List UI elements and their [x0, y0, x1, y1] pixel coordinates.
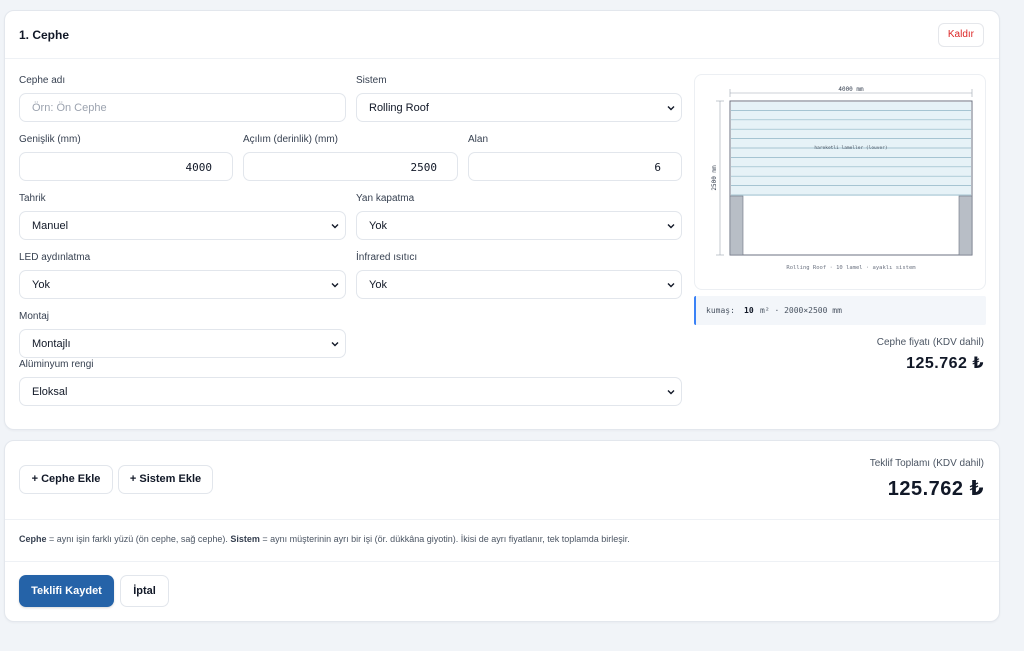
- side-cover-value: Yok: [369, 220, 387, 232]
- summary-card: + Cephe Ekle + Sistem Ekle Teklif Toplam…: [4, 440, 1000, 622]
- chevron-down-icon: [331, 342, 339, 347]
- width-dimension-label: 4000 mm: [838, 86, 864, 93]
- facade-price-value: 125.762 ₺: [906, 355, 984, 372]
- help-term-facade: Cephe: [19, 534, 47, 544]
- help-text-facade: = aynı işin farklı yüzü (ön cephe, sağ c…: [46, 534, 231, 544]
- color-value: Eloksal: [32, 386, 68, 398]
- divider: [5, 561, 999, 562]
- right-post: [958, 195, 973, 256]
- fabric-suffix: m² · 2000×2500 mm: [760, 306, 842, 315]
- left-post: [729, 195, 744, 256]
- fabric-prefix: kumaş:: [706, 306, 735, 315]
- side-cover-select[interactable]: Yok: [356, 211, 682, 240]
- side-cover-label: Yan kapatma: [356, 193, 415, 204]
- louver-label: hareketli lameller (louver): [814, 145, 887, 151]
- fabric-value: 10: [744, 306, 754, 315]
- divider: [5, 519, 999, 520]
- help-text-system: = aynı müşterinin ayrı bir işi (ör. dükk…: [259, 534, 630, 544]
- remove-facade-button[interactable]: Kaldır: [937, 23, 984, 47]
- add-system-button[interactable]: + Sistem Ekle: [118, 465, 213, 494]
- mounting-label: Montaj: [19, 311, 50, 322]
- facade-title: 1. Cephe: [19, 28, 70, 42]
- area-input[interactable]: 6: [468, 152, 682, 181]
- facade-name-input[interactable]: Örn: Ön Cephe: [19, 93, 346, 122]
- save-quote-button[interactable]: Teklifi Kaydet: [19, 575, 114, 607]
- total-label: Teklif Toplamı (KDV dahil): [869, 458, 984, 469]
- preview-drawing: 4000 mm 2500 mm hareketli lameller (louv…: [711, 86, 973, 271]
- chevron-down-icon: [667, 283, 675, 288]
- depth-input[interactable]: 2500: [243, 152, 458, 181]
- system-value: Rolling Roof: [369, 102, 429, 114]
- infrared-label: İnfrared ısıtıcı: [356, 252, 418, 263]
- drive-label: Tahrik: [19, 193, 46, 204]
- area-label: Alan: [468, 134, 489, 145]
- total-value: 125.762 ₺: [887, 478, 984, 500]
- width-input[interactable]: 4000: [19, 152, 233, 181]
- add-facade-button[interactable]: + Cephe Ekle: [19, 465, 113, 494]
- facade-name-label: Cephe adı: [19, 75, 66, 86]
- system-label: Sistem: [356, 75, 387, 86]
- system-select[interactable]: Rolling Roof: [356, 93, 682, 122]
- led-select[interactable]: Yok: [19, 270, 346, 299]
- depth-value: 2500: [410, 161, 438, 174]
- infrared-value: Yok: [369, 279, 387, 291]
- help-text: Cephe = aynı işin farklı yüzü (ön cephe,…: [19, 534, 630, 544]
- chevron-down-icon: [331, 224, 339, 229]
- facade-name-placeholder: Örn: Ön Cephe: [32, 102, 107, 114]
- area-value: 6: [654, 161, 661, 174]
- chevron-down-icon: [667, 390, 675, 395]
- led-label: LED aydınlatma: [19, 252, 91, 263]
- chevron-down-icon: [667, 106, 675, 111]
- fabric-info: kumaş: 10 m² · 2000×2500 mm: [694, 296, 986, 325]
- facade-card: 1. Cephe Kaldır Cephe adı Örn: Ön Cephe …: [4, 10, 1000, 430]
- cancel-button[interactable]: İptal: [120, 575, 169, 607]
- chevron-down-icon: [667, 224, 675, 229]
- preview-caption: Rolling Roof · 10 lamel · ayaklı sistem: [786, 265, 916, 271]
- infrared-select[interactable]: Yok: [356, 270, 682, 299]
- mounting-select[interactable]: Montajlı: [19, 329, 346, 358]
- mounting-value: Montajlı: [32, 338, 71, 350]
- facade-card-header: 1. Cephe Kaldır: [5, 11, 999, 59]
- depth-dimension-label: 2500 mm: [711, 165, 718, 191]
- system-preview: 4000 mm 2500 mm hareketli lameller (louv…: [694, 74, 986, 290]
- facade-price-label: Cephe fiyatı (KDV dahil): [876, 337, 984, 348]
- depth-label: Açılım (derinlik) (mm): [243, 134, 338, 145]
- width-value: 4000: [185, 161, 213, 174]
- led-value: Yok: [32, 279, 50, 291]
- width-label: Genişlik (mm): [19, 134, 81, 145]
- drive-value: Manuel: [32, 220, 69, 232]
- help-term-system: Sistem: [230, 534, 260, 544]
- chevron-down-icon: [331, 283, 339, 288]
- drive-select[interactable]: Manuel: [19, 211, 346, 240]
- color-select[interactable]: Eloksal: [19, 377, 682, 406]
- color-label: Alüminyum rengi: [19, 359, 94, 370]
